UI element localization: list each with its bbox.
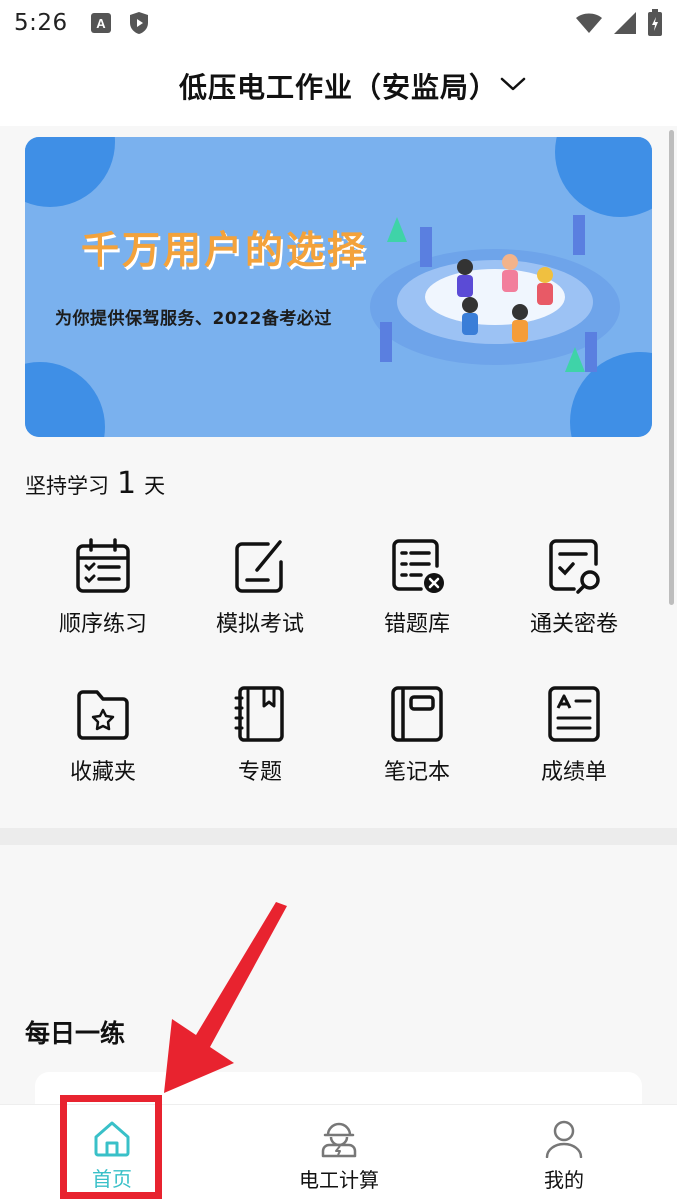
highlight-box [60,1095,162,1199]
meeting-illustration [370,215,620,372]
feature-error-bank[interactable]: 错题库 [339,536,495,656]
daily-practice-title: 每日一练 [25,1019,126,1048]
status-right-icons [575,9,663,37]
feature-sequential-practice[interactable]: 顺序练习 [25,536,181,656]
study-streak: 坚持学习 1 天 [25,466,165,501]
wifi-icon [576,13,602,33]
battery-icon [648,9,662,36]
banner-headline: 千万用户的选择 [81,228,369,272]
feature-label: 收藏夹 [69,760,136,785]
feature-label: 错题库 [383,612,450,637]
feature-transcript[interactable]: 成绩单 [496,684,652,804]
feature-label: 专题 [237,760,282,785]
play-protect-icon [129,12,148,34]
scroll-indicator[interactable] [669,130,674,605]
calendar-checklist-icon [76,538,130,593]
section-divider [0,828,677,845]
exam-paper-icon [549,539,600,594]
feature-secret-papers[interactable]: 通关密卷 [496,536,652,656]
feature-favorites[interactable]: 收藏夹 [25,684,181,804]
tab-me[interactable]: 我的 [484,1105,644,1204]
feature-notebook[interactable]: 笔记本 [339,684,495,804]
star-folder-icon [77,690,129,740]
svg-text:A: A [96,16,106,31]
error-list-icon [392,539,444,593]
feature-label: 模拟考试 [215,612,304,637]
status-left-icons: A [90,11,150,35]
notebook-bookmark-icon [234,686,284,742]
electrician-icon [321,1122,357,1157]
feature-label: 笔记本 [383,760,450,785]
tab-label: 电工计算 [299,1167,379,1192]
feature-label: 顺序练习 [58,612,147,637]
streak-suffix: 天 [144,474,166,498]
page-title[interactable]: 低压电工作业（安监局） [179,66,498,106]
tab-label: 我的 [544,1167,584,1192]
feature-label: 成绩单 [540,760,607,785]
status-bar: 5:26 A [0,0,677,46]
edit-note-icon [235,540,283,593]
notebook-icon [391,686,443,742]
banner-subtitle: 为你提供保驾服务、2022备考必过 [55,309,332,329]
promo-banner[interactable]: 千万用户的选择 为你提供保驾服务、2022备考必过 [25,137,652,437]
chevron-down-icon[interactable] [498,74,528,94]
feature-topics[interactable]: 专题 [182,684,338,804]
user-icon [545,1120,583,1158]
tab-electrician-calc[interactable]: 电工计算 [259,1105,419,1204]
feature-mock-exam[interactable]: 模拟考试 [182,536,338,656]
feature-label: 通关密卷 [529,612,618,637]
streak-days: 1 [117,466,137,501]
status-time: 5:26 [14,10,68,36]
font-accessibility-icon: A [90,13,111,33]
cell-signal-icon [614,12,636,34]
report-card-icon [548,686,600,742]
header-bar: 低压电工作业（安监局） [0,46,677,126]
streak-prefix: 坚持学习 [25,474,109,498]
